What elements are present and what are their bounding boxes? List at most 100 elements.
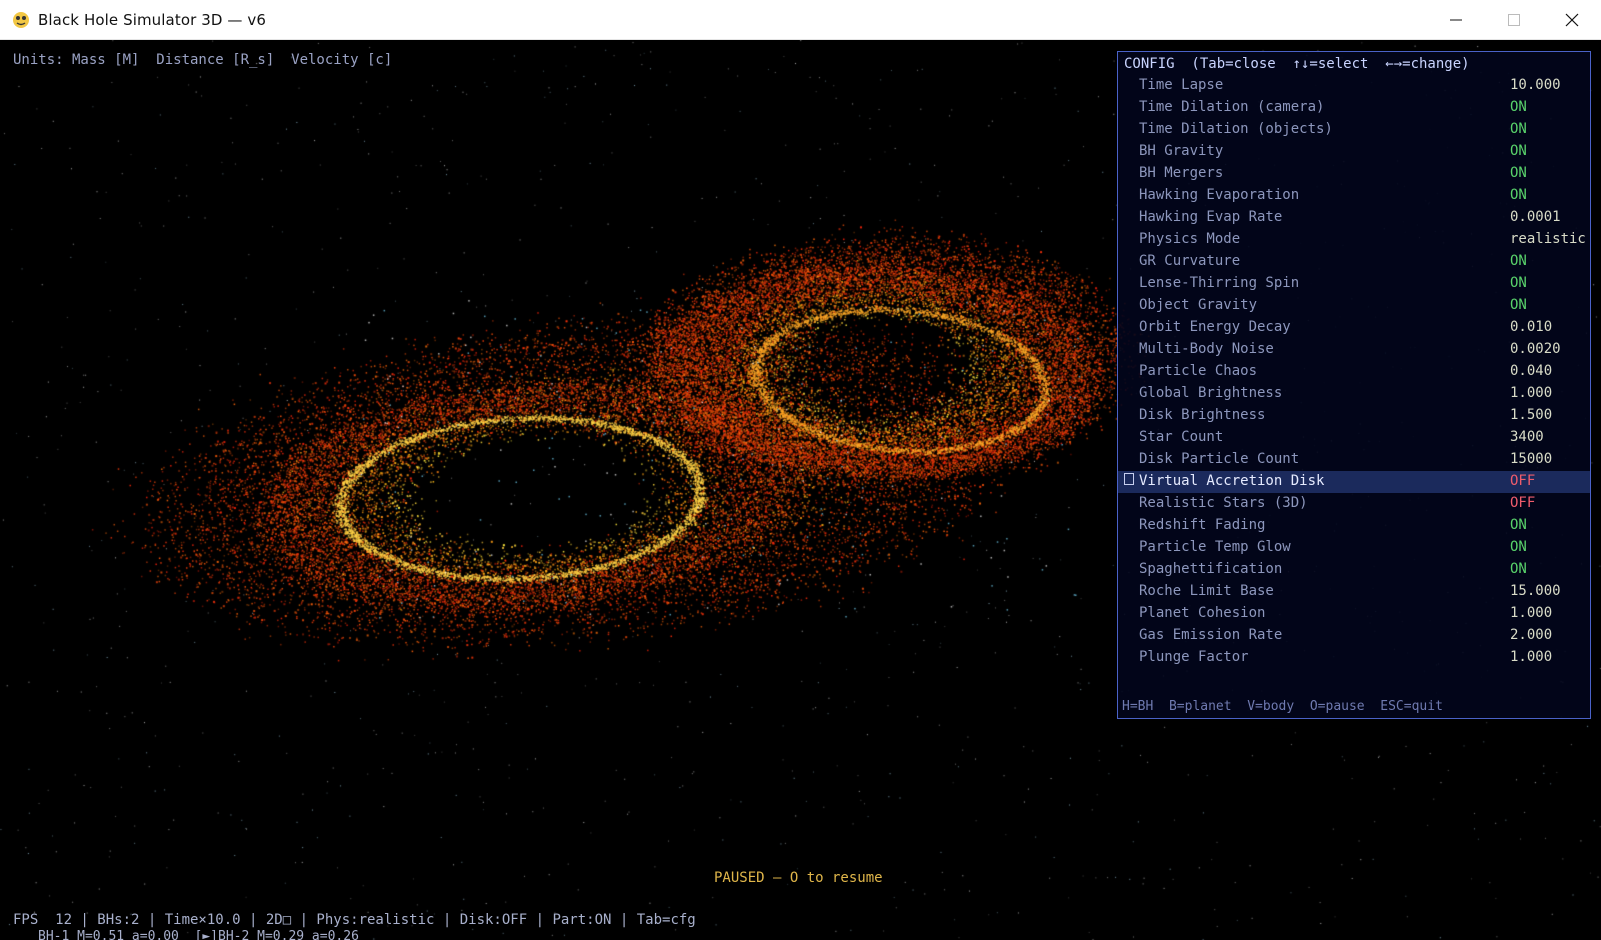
config-row-value[interactable]: ON — [1510, 143, 1527, 159]
config-row-label: Roche Limit Base — [1139, 583, 1274, 599]
selection-marker-icon — [1124, 385, 1134, 397]
config-row-value[interactable]: ON — [1510, 165, 1527, 181]
config-row-label: Virtual Accretion Disk — [1139, 473, 1325, 489]
config-row-planet-cohesion[interactable]: Planet Cohesion 1.000 — [1118, 603, 1590, 625]
config-row-value[interactable]: 1.000 — [1510, 649, 1552, 665]
config-row-multi-body-noise[interactable]: Multi-Body Noise 0.0020 — [1118, 339, 1590, 361]
config-row-value[interactable]: 0.010 — [1510, 319, 1552, 335]
config-row-label: Spaghettification — [1139, 561, 1283, 577]
simulation-viewport[interactable]: Units: Mass [M] Distance [R_s] Velocity … — [0, 40, 1601, 940]
maximize-button[interactable] — [1485, 0, 1543, 40]
config-row-object-gravity[interactable]: Object Gravity ON — [1118, 295, 1590, 317]
config-row-value[interactable]: ON — [1510, 517, 1527, 533]
config-row-realistic-stars-3d[interactable]: Realistic Stars (3D) OFF — [1118, 493, 1590, 515]
config-row-disk-particle-count[interactable]: Disk Particle Count 15000 — [1118, 449, 1590, 471]
config-row-value[interactable]: 0.0001 — [1510, 209, 1561, 225]
window-titlebar[interactable]: Black Hole Simulator 3D — v6 — [0, 0, 1601, 40]
config-row-value[interactable]: ON — [1510, 121, 1527, 137]
selection-marker-icon — [1124, 451, 1134, 463]
config-row-spaghettification[interactable]: Spaghettification ON — [1118, 559, 1590, 581]
config-row-virtual-accretion-disk[interactable]: Virtual Accretion Disk OFF — [1118, 471, 1590, 493]
config-row-value[interactable]: 0.0020 — [1510, 341, 1561, 357]
maximize-icon — [1508, 14, 1520, 26]
config-row-time-dilation-objects[interactable]: Time Dilation (objects) ON — [1118, 119, 1590, 141]
selection-marker-icon — [1124, 473, 1134, 485]
config-row-particle-chaos[interactable]: Particle Chaos 0.040 — [1118, 361, 1590, 383]
selection-marker-icon — [1124, 605, 1134, 617]
config-row-label: BH Mergers — [1139, 165, 1224, 181]
selection-marker-icon — [1124, 275, 1134, 287]
selection-marker-icon — [1124, 341, 1134, 353]
config-row-value[interactable]: ON — [1510, 297, 1527, 313]
minimize-button[interactable] — [1427, 0, 1485, 40]
units-readout: Units: Mass [M] Distance [R_s] Velocity … — [13, 52, 393, 68]
config-row-lense-thirring-spin[interactable]: Lense-Thirring Spin ON — [1118, 273, 1590, 295]
window-title: Black Hole Simulator 3D — v6 — [38, 10, 266, 29]
config-row-star-count[interactable]: Star Count 3400 — [1118, 427, 1590, 449]
selection-marker-icon — [1124, 319, 1134, 331]
config-row-physics-mode[interactable]: Physics Mode realistic — [1118, 229, 1590, 251]
config-row-value[interactable]: 3400 — [1510, 429, 1544, 445]
config-row-value[interactable]: 15.000 — [1510, 583, 1561, 599]
config-row-redshift-fading[interactable]: Redshift Fading ON — [1118, 515, 1590, 537]
config-row-value[interactable]: 10.000 — [1510, 77, 1561, 93]
config-row-bh-gravity[interactable]: BH Gravity ON — [1118, 141, 1590, 163]
minimize-icon — [1450, 19, 1462, 21]
config-row-value[interactable]: 15000 — [1510, 451, 1552, 467]
black-hole-info: BH-1 M=0.51 a=0.00 [►]BH-2 M=0.29 a=0.26 — [38, 929, 359, 940]
selection-marker-icon — [1124, 583, 1134, 595]
config-row-value[interactable]: ON — [1510, 187, 1527, 203]
config-row-gas-emission-rate[interactable]: Gas Emission Rate 2.000 — [1118, 625, 1590, 647]
selection-marker-icon — [1124, 121, 1134, 133]
config-row-value[interactable]: ON — [1510, 253, 1527, 269]
config-row-label: Time Dilation (camera) — [1139, 99, 1325, 115]
config-row-label: Hawking Evap Rate — [1139, 209, 1283, 225]
selection-marker-icon — [1124, 231, 1134, 243]
config-row-value[interactable]: ON — [1510, 539, 1527, 555]
config-row-hawking-evaporation[interactable]: Hawking Evaporation ON — [1118, 185, 1590, 207]
paused-message: PAUSED — O to resume — [714, 870, 883, 886]
config-row-label: Physics Mode — [1139, 231, 1241, 247]
config-row-roche-limit-base[interactable]: Roche Limit Base 15.000 — [1118, 581, 1590, 603]
selection-marker-icon — [1124, 539, 1134, 551]
config-row-value[interactable]: 1.500 — [1510, 407, 1552, 423]
config-row-label: Particle Temp Glow — [1139, 539, 1291, 555]
config-row-disk-brightness[interactable]: Disk Brightness 1.500 — [1118, 405, 1590, 427]
config-row-gr-curvature[interactable]: GR Curvature ON — [1118, 251, 1590, 273]
config-row-value[interactable]: ON — [1510, 561, 1527, 577]
close-button[interactable] — [1543, 0, 1601, 40]
config-row-hawking-evap-rate[interactable]: Hawking Evap Rate 0.0001 — [1118, 207, 1590, 229]
status-bar: FPS 12 | BHs:2 | Time×10.0 | 2D□ | Phys:… — [13, 912, 696, 928]
close-icon — [1565, 13, 1579, 27]
config-row-bh-mergers[interactable]: BH Mergers ON — [1118, 163, 1590, 185]
config-row-value[interactable]: ON — [1510, 275, 1527, 291]
config-row-value[interactable]: OFF — [1510, 473, 1535, 489]
config-row-value[interactable]: ON — [1510, 99, 1527, 115]
config-row-value[interactable]: realistic — [1510, 231, 1586, 247]
selection-marker-icon — [1124, 363, 1134, 375]
config-row-particle-temp-glow[interactable]: Particle Temp Glow ON — [1118, 537, 1590, 559]
config-row-value[interactable]: 0.040 — [1510, 363, 1552, 379]
selection-marker-icon — [1124, 517, 1134, 529]
config-row-label: Redshift Fading — [1139, 517, 1266, 533]
selection-marker-icon — [1124, 561, 1134, 573]
config-row-value[interactable]: 2.000 — [1510, 627, 1552, 643]
config-row-time-lapse[interactable]: Time Lapse 10.000 — [1118, 75, 1590, 97]
config-row-orbit-energy-decay[interactable]: Orbit Energy Decay 0.010 — [1118, 317, 1590, 339]
config-row-value[interactable]: 1.000 — [1510, 385, 1552, 401]
config-row-time-dilation-camera[interactable]: Time Dilation (camera) ON — [1118, 97, 1590, 119]
config-row-label: Global Brightness — [1139, 385, 1283, 401]
config-row-plunge-factor[interactable]: Plunge Factor 1.000 — [1118, 647, 1590, 669]
config-row-label: Plunge Factor — [1139, 649, 1249, 665]
selection-marker-icon — [1124, 77, 1134, 89]
window-controls — [1427, 0, 1601, 40]
config-row-label: GR Curvature — [1139, 253, 1241, 269]
config-row-value[interactable]: 1.000 — [1510, 605, 1552, 621]
selection-marker-icon — [1124, 407, 1134, 419]
config-row-global-brightness[interactable]: Global Brightness 1.000 — [1118, 383, 1590, 405]
selection-marker-icon — [1124, 187, 1134, 199]
config-row-label: Time Lapse — [1139, 77, 1224, 93]
config-row-value[interactable]: OFF — [1510, 495, 1535, 511]
selection-marker-icon — [1124, 649, 1134, 661]
selection-marker-icon — [1124, 143, 1134, 155]
